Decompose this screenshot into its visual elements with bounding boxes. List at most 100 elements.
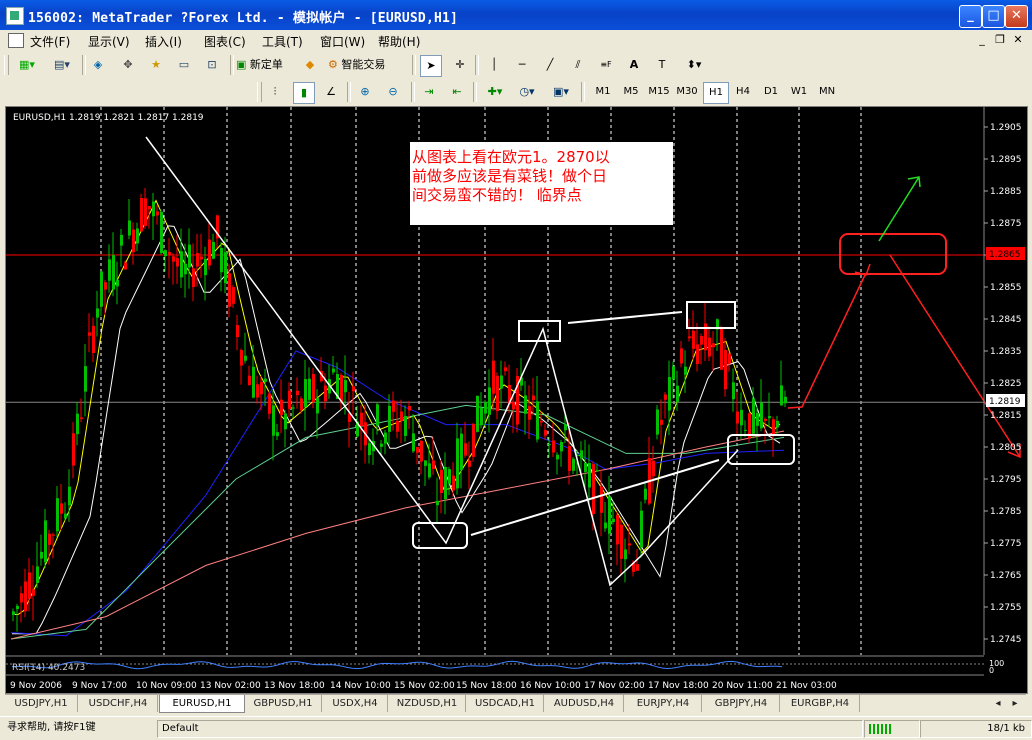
- timeframe-m1[interactable]: M1: [591, 82, 615, 102]
- tab-audusd-h4[interactable]: AUDUSD,H4: [545, 695, 624, 712]
- candle-body: [728, 353, 731, 364]
- tabs-scroll-right-icon[interactable]: ▸: [1007, 695, 1023, 712]
- menu-help[interactable]: 帮助(H): [378, 33, 420, 50]
- candle-body: [636, 564, 639, 571]
- candle-body: [400, 411, 403, 421]
- menu-view[interactable]: 显示(V): [88, 33, 130, 50]
- tabs-scroll-left-icon[interactable]: ◂: [990, 695, 1006, 712]
- timeframe-d1[interactable]: D1: [759, 82, 783, 102]
- minimize-button[interactable]: _: [959, 5, 982, 28]
- candle-body: [268, 393, 271, 414]
- menu-window[interactable]: 窗口(W): [320, 33, 365, 50]
- tab-usdx-h4[interactable]: USDX,H4: [323, 695, 388, 712]
- candle-body: [108, 259, 111, 281]
- candle-body: [96, 308, 99, 318]
- vertical-line-icon[interactable]: │: [484, 55, 504, 75]
- expert-advisors-button[interactable]: ⚙ 智能交易: [328, 55, 400, 75]
- bar-chart-icon[interactable]: ⫶: [265, 82, 285, 102]
- ma-green-line: [10, 404, 785, 640]
- price-tick-label: 1.2785: [990, 507, 1022, 517]
- candle-body: [780, 385, 783, 406]
- candle-body: [544, 430, 547, 436]
- market-watch-icon[interactable]: ◈: [88, 55, 108, 75]
- chart-window[interactable]: 1.2905 1.2895 1.2885 1.2875 1.2865 1.2855 1.28…: [5, 106, 1028, 694]
- horizontal-line-icon[interactable]: ─: [512, 55, 532, 75]
- zoom-in-icon[interactable]: ⊕: [355, 82, 375, 102]
- profiles-icon[interactable]: ▤▾: [48, 55, 76, 75]
- templates-icon[interactable]: ▣▾: [547, 82, 575, 102]
- time-tick-label: 9 Nov 2006: [10, 681, 62, 691]
- maximize-button[interactable]: □: [982, 5, 1005, 28]
- close-button[interactable]: ✕: [1005, 5, 1028, 28]
- timeframe-mn[interactable]: MN: [815, 82, 839, 102]
- timeframe-m5[interactable]: M5: [619, 82, 643, 102]
- price-chart[interactable]: 1.2905 1.2895 1.2885 1.2875 1.2865 1.2855 1.28…: [6, 107, 1027, 693]
- tab-usdjpy-h1[interactable]: USDJPY,H1: [5, 695, 78, 712]
- candle-body: [56, 498, 59, 532]
- candle-body: [284, 413, 287, 430]
- time-tick-label: 13 Nov 18:00: [264, 681, 325, 691]
- candle-body: [256, 384, 259, 398]
- metaeditor-icon[interactable]: ◆: [300, 55, 320, 75]
- candle-body: [296, 390, 299, 396]
- text-tool-icon[interactable]: A: [624, 55, 644, 75]
- mdi-restore-button[interactable]: ❐: [992, 32, 1008, 47]
- navigator-icon[interactable]: ✥: [118, 55, 138, 75]
- line-chart-icon[interactable]: ∠: [321, 82, 341, 102]
- new-chart-icon[interactable]: ▦▾: [12, 55, 42, 75]
- mdi-close-button[interactable]: ✕: [1010, 32, 1026, 47]
- tab-gbpusd-h1[interactable]: GBPUSD,H1: [245, 695, 322, 712]
- arrows-menu-icon[interactable]: ⬍▾: [680, 55, 708, 75]
- candle-body: [232, 287, 235, 304]
- cursor-tool-icon[interactable]: ➤: [420, 55, 442, 77]
- candle-body: [368, 443, 371, 456]
- pane-separators: [6, 655, 984, 676]
- fibonacci-icon[interactable]: ≡F: [596, 55, 616, 75]
- auto-scroll-icon[interactable]: ⇥: [419, 82, 439, 102]
- candle-body: [308, 378, 311, 400]
- channel-icon[interactable]: ⫽: [568, 55, 588, 75]
- tab-nzdusd-h1[interactable]: NZDUSD,H1: [389, 695, 466, 712]
- timeframe-w1[interactable]: W1: [787, 82, 811, 102]
- tab-eurjpy-h4[interactable]: EURJPY,H4: [625, 695, 702, 712]
- candle-body: [528, 406, 531, 420]
- menu-insert[interactable]: 插入(I): [145, 33, 182, 50]
- timeframe-m30[interactable]: M30: [675, 82, 699, 102]
- candlestick-icon[interactable]: ▮: [293, 82, 315, 104]
- tab-gbpjpy-h4[interactable]: GBPJPY,H4: [703, 695, 780, 712]
- tab-usdcad-h1[interactable]: USDCAD,H1: [467, 695, 544, 712]
- candle-body: [440, 469, 443, 493]
- crosshair-tool-icon[interactable]: ✛: [450, 55, 470, 75]
- candle-body: [292, 407, 295, 409]
- timeframe-m15[interactable]: M15: [647, 82, 671, 102]
- price-tick-label: 1.2855: [990, 283, 1022, 293]
- strategy-tester-icon[interactable]: ⊡: [202, 55, 222, 75]
- data-window-icon[interactable]: ★: [146, 55, 166, 75]
- candle-body: [160, 211, 163, 253]
- mdi-minimize-button[interactable]: _: [974, 32, 990, 47]
- current-price-label: 1.2819: [989, 397, 1021, 407]
- annotation-line-2: 前做多应该是有菜钱！做个日: [412, 167, 607, 185]
- label-tool-icon[interactable]: T: [652, 55, 672, 75]
- chart-shift-icon[interactable]: ⇤: [447, 82, 467, 102]
- tab-usdchf-h4[interactable]: USDCHF,H4: [79, 695, 158, 712]
- trendline-icon[interactable]: ╱: [540, 55, 560, 75]
- time-tick-label: 15 Nov 02:00: [394, 681, 455, 691]
- tab-eurusd-h1[interactable]: EURUSD,H1: [159, 695, 245, 713]
- breakout-arrow: [878, 176, 920, 242]
- menu-charts[interactable]: 图表(C): [204, 33, 246, 50]
- menu-file[interactable]: 文件(F): [30, 33, 70, 50]
- price-tick-label: 1.2875: [990, 219, 1022, 229]
- connection-bars-icon: [864, 720, 920, 738]
- zoom-out-icon[interactable]: ⊖: [383, 82, 403, 102]
- terminal-icon[interactable]: ▭: [174, 55, 194, 75]
- indicators-icon[interactable]: ✚▾: [481, 82, 509, 102]
- timeframe-h1[interactable]: H1: [703, 82, 729, 104]
- tab-eurgbp-h4[interactable]: EURGBP,H4: [781, 695, 860, 712]
- top-marker-box: [686, 301, 736, 329]
- candle-body: [40, 551, 43, 559]
- periods-icon[interactable]: ◷▾: [513, 82, 541, 102]
- menu-tools[interactable]: 工具(T): [262, 33, 303, 50]
- new-order-button[interactable]: ▣ 新定单: [236, 55, 296, 75]
- timeframe-h4[interactable]: H4: [731, 82, 755, 102]
